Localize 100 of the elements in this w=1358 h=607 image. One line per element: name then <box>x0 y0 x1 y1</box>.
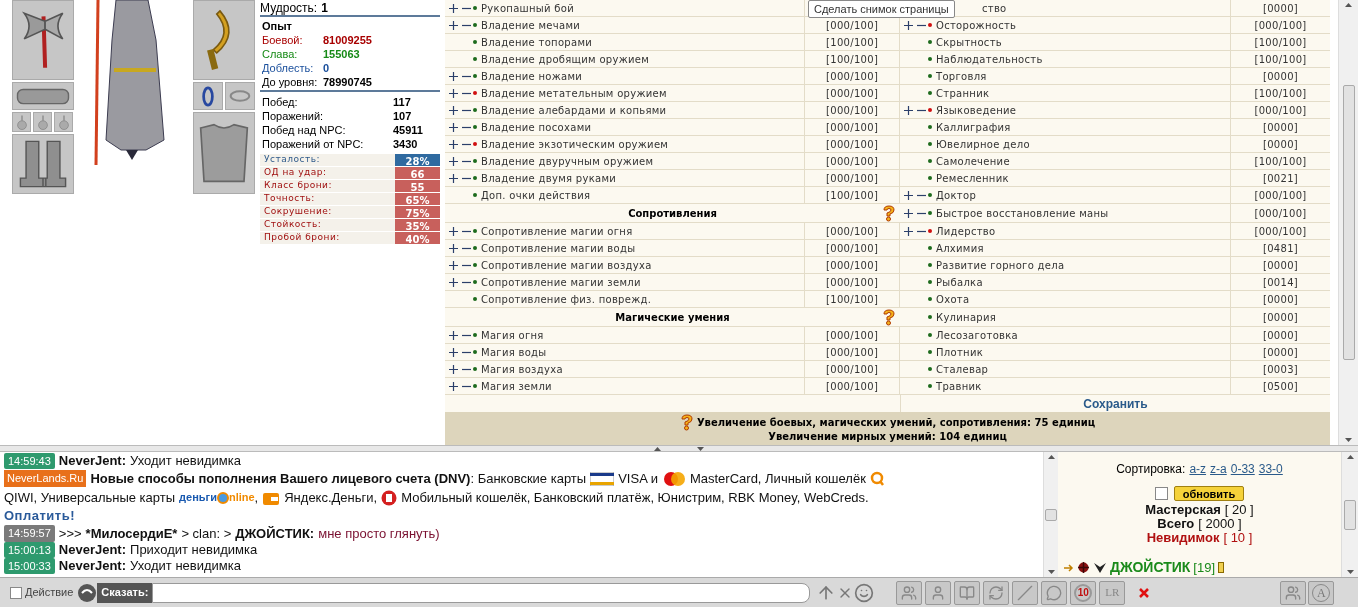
skill-value: [0500] <box>1262 379 1299 394</box>
plus-icon[interactable] <box>904 190 913 200</box>
plus-icon[interactable] <box>449 139 458 149</box>
plus-icon[interactable] <box>904 208 913 218</box>
plus-icon[interactable] <box>449 381 458 391</box>
stat-value: 3430 <box>393 136 418 152</box>
scroll-down-icon[interactable] <box>1047 570 1055 574</box>
message-input[interactable] <box>152 582 811 603</box>
close-icon[interactable] <box>1138 586 1151 599</box>
stat-value: 0 <box>323 61 330 75</box>
plus-icon[interactable] <box>449 243 458 253</box>
plus-icon[interactable] <box>449 364 458 374</box>
skill-name: Ювелирное дело <box>936 137 1030 152</box>
help-icon[interactable] <box>882 205 896 222</box>
plus-icon[interactable] <box>449 105 458 115</box>
stat-label: Слава: <box>262 47 299 61</box>
skill-value: [000/100] <box>826 69 879 84</box>
plus-icon[interactable] <box>904 105 913 115</box>
skill-value: [000/100] <box>826 171 879 186</box>
plus-icon[interactable] <box>449 226 458 236</box>
stat-value: 75% <box>395 206 440 218</box>
news-text: Мобильный кошелёк, Банковский платёж, Юнистрим, RBK Money, WebCreds. <box>401 488 869 507</box>
count-label: Невидимок <box>1146 531 1220 545</box>
skill-name: Владение метательным оружием <box>481 86 667 101</box>
player-level: [19] <box>1193 558 1215 577</box>
plus-icon[interactable] <box>449 122 458 132</box>
stat-value: 155063 <box>323 47 360 61</box>
skill-value: [000/100] <box>826 18 879 33</box>
timestamp: 14:59:57 <box>4 525 55 542</box>
stat-label: Побед: <box>262 94 299 110</box>
skill-name: Плотник <box>936 345 984 360</box>
stat-value: 45911 <box>393 122 423 138</box>
plus-icon[interactable] <box>449 88 458 98</box>
down-arrow-icon[interactable] <box>697 446 704 451</box>
pay-link[interactable]: Оплатить! <box>4 506 75 526</box>
up-arrow-icon[interactable] <box>654 446 661 451</box>
scroll-up-icon[interactable] <box>1047 455 1055 459</box>
stat-label: Поражений от NPC: <box>262 136 365 152</box>
stat-label: Побед над NPC: <box>262 122 347 138</box>
stat-label: Сокрушение: <box>264 205 332 219</box>
skill-name: ство <box>982 1 1007 16</box>
potion-icon <box>16 114 27 130</box>
sort-label: Сортировка: <box>1116 461 1186 478</box>
stat-label: Пробой брони: <box>264 231 340 245</box>
news-text: QIWI, Универсальные карты <box>4 488 176 507</box>
plus-icon[interactable] <box>449 260 458 270</box>
scrollbar-thumb[interactable] <box>1045 508 1057 521</box>
timestamp: 14:59:43 <box>4 452 55 470</box>
skill-name: Магия огня <box>481 328 544 343</box>
skill-value: [000/100] <box>826 275 879 290</box>
stat-label: Класс брони: <box>264 179 332 193</box>
stat-value: 28% <box>395 154 440 166</box>
skill-value: [000/100] <box>1254 103 1307 118</box>
stat-value: 35% <box>395 219 440 231</box>
scroll-up-icon[interactable] <box>1346 455 1354 459</box>
plus-icon[interactable] <box>904 20 913 30</box>
plus-icon[interactable] <box>449 20 458 30</box>
user-name[interactable]: ДЖОЙСТИК: <box>235 523 315 544</box>
stat-value: 65% <box>395 193 440 205</box>
sort-link[interactable]: 33-0 <box>1258 460 1283 478</box>
skill-value: [0000] <box>1262 310 1299 325</box>
news-text: VISA и <box>618 469 658 488</box>
sort-link[interactable]: 0-33 <box>1230 460 1255 478</box>
count-value: [ 20 ] <box>1224 503 1254 517</box>
ring-icon <box>202 85 214 107</box>
plus-icon[interactable] <box>449 156 458 166</box>
checkbox[interactable] <box>10 586 22 599</box>
refresh-button[interactable]: обновить <box>1173 486 1245 501</box>
help-icon[interactable] <box>882 309 896 326</box>
skill-value: [000/100] <box>826 103 879 118</box>
player-name[interactable]: ДЖОЙСТИК <box>1110 557 1191 578</box>
logo-text: деньги <box>179 490 217 506</box>
sort-link[interactable]: a-z <box>1189 460 1207 478</box>
plus-icon[interactable] <box>449 347 458 357</box>
stat-label: Боевой: <box>262 33 304 47</box>
scrollbar-thumb[interactable] <box>1344 499 1356 530</box>
counter-button[interactable]: 10 <box>1070 580 1097 605</box>
skill-value: [100/100] <box>826 35 879 50</box>
plus-icon[interactable] <box>449 277 458 287</box>
plus-icon[interactable] <box>449 330 458 340</box>
skill-value: [100/100] <box>826 52 879 67</box>
scroll-down-icon[interactable] <box>1346 570 1354 574</box>
save-link[interactable]: Сохранить <box>1083 394 1148 413</box>
user-name[interactable]: NeverJent: <box>58 452 127 471</box>
plus-icon[interactable] <box>449 71 458 81</box>
stat-value: 1 <box>321 0 328 17</box>
scroll-up-icon[interactable] <box>1345 3 1352 7</box>
skill-name: Магия воды <box>481 345 547 360</box>
scroll-down-icon[interactable] <box>1345 438 1352 442</box>
checkbox[interactable] <box>1154 487 1168 500</box>
sort-link[interactable]: z-a <box>1210 460 1227 478</box>
card-icon <box>590 471 615 486</box>
plus-icon[interactable] <box>449 173 458 183</box>
plus-icon[interactable] <box>904 226 913 236</box>
help-icon[interactable] <box>679 414 694 431</box>
skill-name: Ремесленник <box>936 171 1009 186</box>
scrollbar-thumb[interactable] <box>1342 85 1355 360</box>
smiley-icon[interactable] <box>854 582 875 603</box>
plus-icon[interactable] <box>449 3 458 13</box>
potion-icon <box>58 114 69 130</box>
